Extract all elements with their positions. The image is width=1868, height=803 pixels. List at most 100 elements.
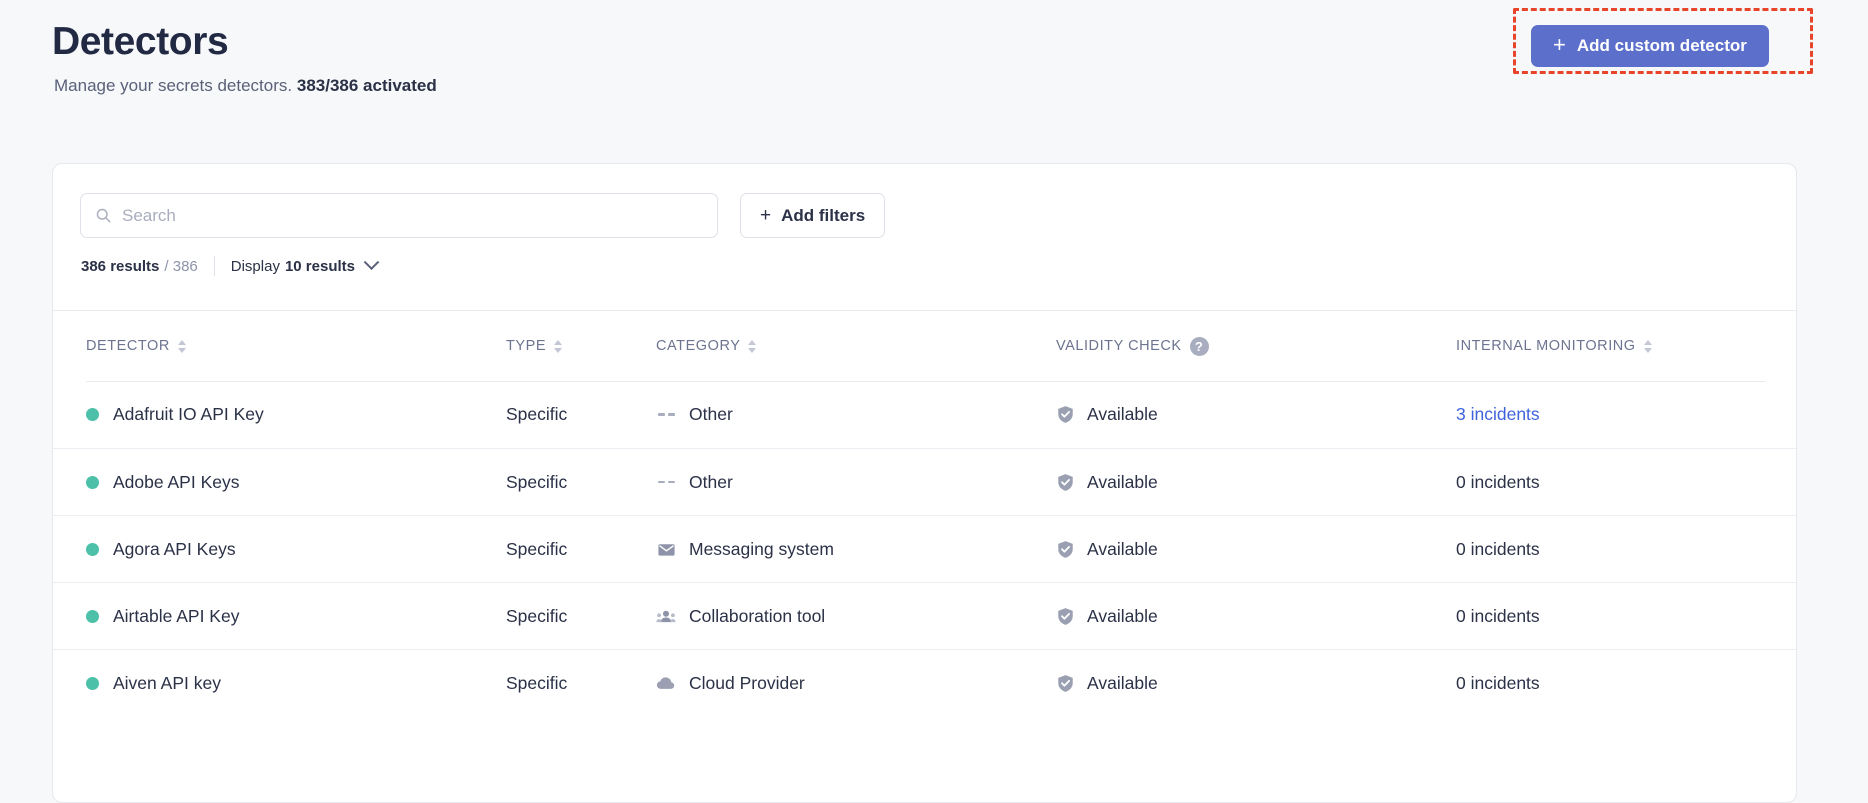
header-divider bbox=[86, 381, 1765, 382]
table-row[interactable]: Adobe API Keys Specific Other Available 0 in… bbox=[53, 448, 1796, 515]
sort-arrows-icon[interactable] bbox=[554, 339, 563, 353]
activated-count: 383/386 activated bbox=[296, 76, 437, 95]
cell-internal-monitoring: 0 incidents bbox=[1456, 472, 1796, 493]
cell-type: Specific bbox=[506, 539, 656, 560]
category-label: Messaging system bbox=[689, 538, 834, 559]
help-icon[interactable]: ? bbox=[1189, 336, 1209, 356]
shield-check-icon bbox=[1058, 406, 1073, 423]
column-label: TYPE bbox=[506, 338, 547, 354]
detector-name: Adafruit IO API Key bbox=[113, 404, 264, 424]
column-header-detector[interactable]: DETECTOR bbox=[86, 338, 506, 354]
add-filters-label: Add filters bbox=[781, 205, 866, 225]
add-filters-button[interactable]: + Add filters bbox=[740, 193, 886, 238]
cell-internal-monitoring: 0 incidents bbox=[1456, 606, 1796, 627]
cell-type: Specific bbox=[506, 673, 656, 694]
column-label: CATEGORY bbox=[656, 338, 741, 354]
table-header-row: DETECTOR TYPE CATEGORY VALIDITY CHECK ? … bbox=[53, 311, 1796, 381]
cell-internal-monitoring: 0 incidents bbox=[1456, 539, 1796, 560]
table-toolbar: + Add filters 386 results / 386 Display … bbox=[53, 164, 1796, 311]
cell-category: Messaging system bbox=[656, 539, 1056, 560]
validity-label: Available bbox=[1087, 672, 1158, 693]
column-header-type[interactable]: TYPE bbox=[506, 338, 656, 354]
category-icon-wrap bbox=[656, 606, 676, 626]
cell-detector: Aiven API key bbox=[86, 673, 506, 694]
incidents-count: 0 incidents bbox=[1456, 605, 1540, 626]
results-summary: 386 results / 386 Display 10 results bbox=[81, 253, 380, 276]
status-dot-icon bbox=[86, 475, 99, 489]
detector-type: Specific bbox=[506, 538, 568, 559]
category-icon-wrap bbox=[656, 673, 676, 693]
chevron-down-icon[interactable] bbox=[363, 253, 380, 270]
people-icon bbox=[656, 610, 676, 622]
cell-validity-check: Available bbox=[1056, 606, 1456, 627]
detector-type: Specific bbox=[506, 471, 568, 492]
plus-icon: + bbox=[1553, 32, 1566, 57]
column-header-validity-check[interactable]: VALIDITY CHECK ? bbox=[1056, 336, 1456, 356]
page-subtitle: Manage your secrets detectors. 383/386 a… bbox=[54, 76, 437, 96]
category-label: Collaboration tool bbox=[689, 605, 826, 626]
dashes-icon bbox=[657, 413, 675, 416]
detector-name: Agora API Keys bbox=[113, 538, 236, 559]
shield-check-icon bbox=[1058, 473, 1073, 491]
incidents-link[interactable]: 3 incidents bbox=[1456, 404, 1540, 425]
envelope-icon bbox=[657, 543, 675, 556]
cell-type: Specific bbox=[506, 404, 656, 425]
incidents-count: 0 incidents bbox=[1456, 672, 1540, 693]
table-row[interactable]: Aiven API key Specific Cloud Provider Avail… bbox=[53, 649, 1796, 716]
cell-category: Cloud Provider bbox=[656, 673, 1056, 694]
plus-icon: + bbox=[760, 204, 772, 226]
page-header: Detectors Manage your secrets detectors.… bbox=[0, 0, 1868, 120]
cell-validity-check: Available bbox=[1056, 673, 1456, 694]
incidents-count: 0 incidents bbox=[1456, 538, 1540, 559]
cell-type: Specific bbox=[506, 606, 656, 627]
results-total: / 386 bbox=[164, 257, 198, 275]
cell-validity-check: Available bbox=[1056, 404, 1456, 425]
category-label: Other bbox=[689, 471, 733, 492]
cell-type: Specific bbox=[506, 472, 656, 493]
status-dot-icon bbox=[86, 609, 99, 623]
table-row[interactable]: Adafruit IO API Key Specific Other Availabl… bbox=[53, 381, 1796, 448]
display-value[interactable]: 10 results bbox=[285, 258, 355, 275]
add-custom-detector-button[interactable]: + Add custom detector bbox=[1531, 25, 1769, 67]
sort-arrows-icon[interactable] bbox=[177, 339, 186, 353]
search-field[interactable] bbox=[80, 193, 718, 238]
cell-category: Collaboration tool bbox=[656, 606, 1056, 627]
validity-label: Available bbox=[1087, 471, 1158, 492]
status-dot-icon bbox=[86, 408, 99, 421]
sort-arrows-icon[interactable] bbox=[748, 339, 757, 353]
results-count: 386 results bbox=[81, 257, 160, 275]
cell-category: Other bbox=[656, 404, 1056, 425]
page-title: Detectors bbox=[52, 20, 229, 63]
search-input[interactable] bbox=[122, 205, 703, 226]
cloud-icon bbox=[656, 677, 675, 689]
cell-internal-monitoring[interactable]: 3 incidents bbox=[1456, 404, 1796, 425]
detector-name: Airtable API Key bbox=[113, 605, 240, 626]
table-row[interactable]: Airtable API Key Specific Collaboration to… bbox=[53, 582, 1796, 649]
column-header-internal-monitoring[interactable]: INTERNAL MONITORING bbox=[1456, 338, 1796, 354]
cell-detector: Adafruit IO API Key bbox=[86, 404, 506, 425]
table-row[interactable]: Agora API Keys Specific Messaging system Av… bbox=[53, 515, 1796, 582]
validity-label: Available bbox=[1087, 605, 1158, 626]
cell-validity-check: Available bbox=[1056, 539, 1456, 560]
divider bbox=[213, 256, 215, 276]
sort-arrows-icon[interactable] bbox=[1643, 339, 1652, 353]
category-label: Other bbox=[689, 404, 733, 424]
validity-label: Available bbox=[1087, 538, 1158, 559]
status-dot-icon bbox=[86, 542, 99, 556]
detector-type: Specific bbox=[506, 404, 568, 424]
column-header-category[interactable]: CATEGORY bbox=[656, 338, 1056, 354]
column-label: DETECTOR bbox=[86, 338, 170, 354]
cell-detector: Airtable API Key bbox=[86, 606, 506, 627]
search-icon bbox=[96, 208, 111, 223]
shield-check-icon bbox=[1058, 674, 1073, 692]
detector-type: Specific bbox=[506, 672, 568, 693]
cell-detector: Adobe API Keys bbox=[86, 472, 506, 493]
cell-validity-check: Available bbox=[1056, 472, 1456, 493]
column-label: VALIDITY CHECK bbox=[1056, 338, 1182, 354]
detectors-card: + Add filters 386 results / 386 Display … bbox=[52, 163, 1797, 803]
detector-name: Adobe API Keys bbox=[113, 471, 240, 492]
cell-detector: Agora API Keys bbox=[86, 539, 506, 560]
incidents-count: 0 incidents bbox=[1456, 471, 1540, 492]
dashes-icon bbox=[657, 480, 675, 484]
detectors-table: DETECTOR TYPE CATEGORY VALIDITY CHECK ? … bbox=[53, 311, 1796, 716]
